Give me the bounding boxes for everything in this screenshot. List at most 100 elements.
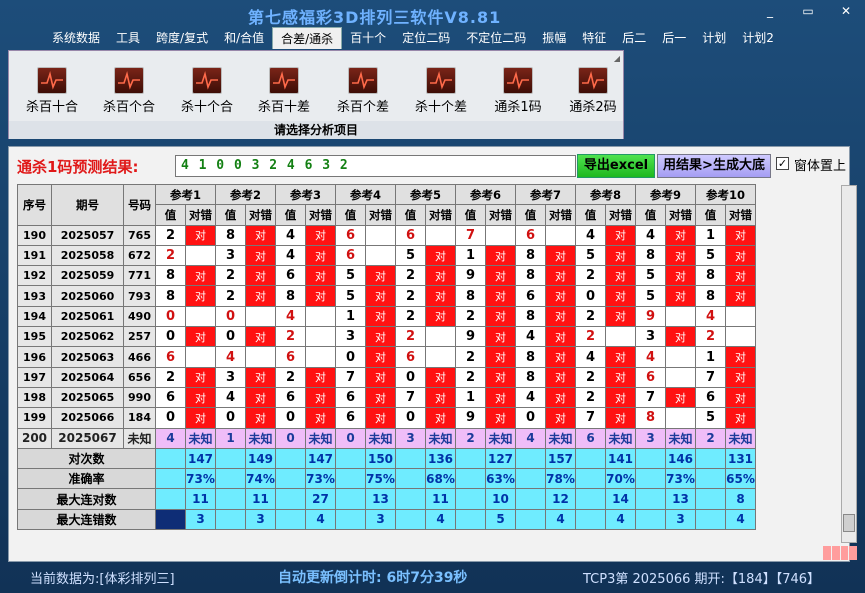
table-row: 193 2025060 793 8 对 2 对 8 对 5 对 2 对 8 对 6 对 0 对 5 对 8 对 xyxy=(17,285,756,307)
close-button[interactable]: ✕ xyxy=(835,4,857,18)
cell-miss xyxy=(425,224,456,246)
cell-hit: 对 xyxy=(665,386,696,409)
ribbon-button[interactable]: 杀百十合 xyxy=(15,67,89,115)
header-group[interactable]: 参考1 xyxy=(155,183,216,206)
menu-item[interactable]: 跨度/复式 xyxy=(148,27,216,49)
menu-item[interactable]: 振幅 xyxy=(534,27,574,49)
menu-item[interactable]: 工具 xyxy=(108,27,148,49)
menu-item[interactable]: 后二 xyxy=(614,27,654,49)
resize-grip[interactable] xyxy=(823,546,857,560)
header-group[interactable]: 参考5 xyxy=(395,183,456,206)
cell-seq: 194 xyxy=(17,305,52,328)
cell-hit: 对 xyxy=(245,326,276,348)
stat-spacer xyxy=(575,447,606,470)
cell-period: 2025058 xyxy=(51,244,124,267)
header-value: 值 xyxy=(335,204,366,226)
stat-value: 13 xyxy=(365,488,396,510)
generate-base-button[interactable]: 用结果>生成大底 xyxy=(657,154,771,178)
maximize-button[interactable]: ▭ xyxy=(797,4,819,18)
cell-hit: 对 xyxy=(725,265,756,287)
menu-item[interactable]: 计划2 xyxy=(734,27,782,49)
window-ontop-checkbox[interactable]: ✓ xyxy=(776,157,789,170)
stat-spacer xyxy=(335,488,366,510)
header-hit: 对错 xyxy=(665,204,696,226)
stat-value: 75% xyxy=(365,468,396,490)
cell-value: 4 xyxy=(515,427,546,449)
header-group[interactable]: 参考8 xyxy=(575,183,636,206)
scrollbar-thumb[interactable] xyxy=(843,514,855,532)
menu-item[interactable]: 系统数据 xyxy=(44,27,108,49)
cell-period: 2025061 xyxy=(51,305,124,328)
menu-item[interactable]: 和/合值 xyxy=(216,27,272,49)
ribbon-button[interactable]: 杀十个差 xyxy=(404,67,478,115)
prediction-result-field[interactable]: 4 1 0 0 3 2 4 6 3 2 xyxy=(175,155,576,177)
ribbon-button[interactable]: 通杀2码 xyxy=(556,67,630,115)
stat-value: 27 xyxy=(305,488,336,510)
header-period: 期号 xyxy=(51,184,124,226)
header-group[interactable]: 参考10 xyxy=(695,183,756,206)
cell-hit: 对 xyxy=(725,366,756,388)
header-group[interactable]: 参考2 xyxy=(215,183,276,206)
cell-value: 8 xyxy=(515,366,546,388)
menu-item[interactable]: 特征 xyxy=(574,27,614,49)
cell-hit: 对 xyxy=(245,265,276,287)
ribbon-button[interactable]: 杀十个合 xyxy=(170,67,244,115)
ribbon-button[interactable]: 通杀1码 xyxy=(481,67,555,115)
title-bar: 第七感福彩3D排列三软件V8.81 _ ▭ ✕ xyxy=(0,0,865,28)
cell-value: 6 xyxy=(515,285,546,307)
header-group[interactable]: 参考3 xyxy=(275,183,336,206)
menu-item[interactable]: 计划 xyxy=(694,27,734,49)
header-value: 值 xyxy=(395,204,426,226)
header-group[interactable]: 参考4 xyxy=(335,183,396,206)
ribbon-button[interactable]: 杀百个差 xyxy=(326,67,400,115)
ribbon-button[interactable]: 杀百个合 xyxy=(92,67,166,115)
cell-number: 466 xyxy=(123,346,156,368)
minimize-button[interactable]: _ xyxy=(759,4,781,18)
cell-unknown: 未知 xyxy=(605,427,636,449)
cell-hit: 对 xyxy=(605,407,636,429)
menu-item[interactable]: 百十个 xyxy=(342,27,394,49)
ribbon-button[interactable]: 杀百十差 xyxy=(247,67,321,115)
header-group[interactable]: 参考6 xyxy=(455,183,516,206)
cell-hit: 对 xyxy=(665,244,696,267)
cell-value: 8 xyxy=(695,285,726,307)
cell-value: 2 xyxy=(695,427,726,449)
cell-hit: 对 xyxy=(365,305,396,328)
header-group[interactable]: 参考7 xyxy=(515,183,576,206)
header-seq: 序号 xyxy=(17,184,52,226)
cell-value: 6 xyxy=(275,346,306,368)
menu-item[interactable]: 后一 xyxy=(654,27,694,49)
stat-value: 10 xyxy=(485,488,516,510)
stat-spacer xyxy=(215,468,246,490)
header-hit: 对错 xyxy=(425,204,456,226)
stat-value: 73% xyxy=(665,468,696,490)
menu-item[interactable]: 定位二码 xyxy=(394,27,458,49)
stat-value: 3 xyxy=(185,508,216,531)
cell-value: 4 xyxy=(635,346,666,368)
cell-value: 3 xyxy=(395,427,426,449)
stat-value: 73% xyxy=(305,468,336,490)
cell-seq: 196 xyxy=(17,346,52,368)
header-group[interactable]: 参考9 xyxy=(635,183,696,206)
export-excel-button[interactable]: 导出excel xyxy=(577,154,655,178)
cell-miss xyxy=(725,326,756,348)
cell-hit: 对 xyxy=(485,244,516,267)
cell-number: 257 xyxy=(123,326,156,348)
cell-hit: 对 xyxy=(665,326,696,348)
stat-row: 最大连错数 3 3 4 3 4 5 4 4 3 4 xyxy=(17,508,756,531)
stat-spacer xyxy=(515,447,546,470)
header-hit: 对错 xyxy=(305,204,336,226)
header-value: 值 xyxy=(155,204,186,226)
cell-value: 3 xyxy=(215,244,246,267)
ribbon-expand-icon[interactable]: ◢ xyxy=(614,54,620,63)
header-hit: 对错 xyxy=(605,204,636,226)
cell-miss xyxy=(185,346,216,368)
cell-hit: 对 xyxy=(365,285,396,307)
menu-item[interactable]: 不定位二码 xyxy=(458,27,534,49)
stat-spacer xyxy=(275,488,306,510)
menu-item[interactable]: 合差/通杀 xyxy=(272,27,343,49)
table-row: 198 2025065 990 6 对 4 对 6 对 6 对 7 对 1 对 4 对 2 对 7 对 6 对 xyxy=(17,386,756,409)
vertical-scrollbar[interactable] xyxy=(841,185,857,543)
cell-value: 6 xyxy=(335,407,366,429)
cell-unknown: 未知 xyxy=(485,427,516,449)
